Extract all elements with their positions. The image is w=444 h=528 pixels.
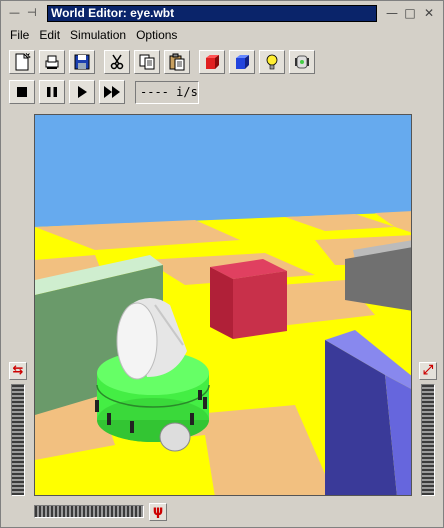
menu-bar: File Edit Simulation Options bbox=[5, 26, 182, 44]
add-object-button[interactable] bbox=[229, 50, 255, 74]
fast-forward-button[interactable] bbox=[99, 80, 125, 104]
window-title: World Editor: eye.wbt bbox=[47, 5, 377, 22]
3d-viewport[interactable] bbox=[34, 114, 412, 496]
open-file-icon bbox=[45, 55, 59, 69]
paste-button[interactable] bbox=[164, 50, 190, 74]
menu-edit[interactable]: Edit bbox=[34, 26, 65, 44]
window-menu-icon[interactable]: — bbox=[9, 7, 20, 18]
save-icon bbox=[74, 54, 90, 70]
right-view-slider[interactable] bbox=[421, 384, 435, 496]
world-editor-window: — ⊣ World Editor: eye.wbt — □ ✕ File Edi… bbox=[0, 0, 444, 528]
play-button[interactable] bbox=[69, 80, 95, 104]
close-button[interactable]: ✕ bbox=[422, 6, 436, 20]
add-solid-button[interactable] bbox=[199, 50, 225, 74]
play-icon bbox=[78, 86, 87, 98]
blue-cube-icon bbox=[236, 55, 249, 69]
menu-options[interactable]: Options bbox=[131, 26, 182, 44]
copy-button[interactable] bbox=[134, 50, 160, 74]
gray-wall bbox=[345, 240, 411, 311]
add-robot-button[interactable] bbox=[289, 50, 315, 74]
paste-icon bbox=[169, 53, 185, 71]
new-file-icon bbox=[15, 53, 31, 71]
robot-icon bbox=[295, 55, 309, 69]
pause-button[interactable] bbox=[39, 80, 65, 104]
copy-icon bbox=[139, 54, 155, 70]
new-world-button[interactable] bbox=[9, 50, 35, 74]
stop-button[interactable] bbox=[9, 80, 35, 104]
tilt-view-button[interactable]: ψ bbox=[149, 503, 167, 521]
rotate-view-button[interactable]: ⇆ bbox=[9, 362, 27, 380]
title-bar[interactable]: — ⊣ World Editor: eye.wbt — □ ✕ bbox=[1, 1, 443, 25]
light-bulb-icon bbox=[266, 54, 278, 70]
red-box bbox=[210, 259, 287, 339]
zoom-view-button[interactable]: ⤢ bbox=[419, 362, 437, 380]
minimize-button[interactable]: — bbox=[385, 6, 399, 20]
left-view-slider[interactable] bbox=[11, 384, 25, 496]
maximize-button[interactable]: □ bbox=[403, 6, 417, 20]
bottom-view-slider[interactable] bbox=[34, 505, 144, 518]
stop-icon bbox=[17, 87, 27, 97]
menu-file[interactable]: File bbox=[5, 26, 34, 44]
3d-scene bbox=[35, 115, 411, 495]
save-world-button[interactable] bbox=[69, 50, 95, 74]
red-cube-icon bbox=[206, 55, 219, 69]
fast-forward-icon bbox=[104, 86, 120, 98]
speed-readout: ---- i/s bbox=[135, 81, 199, 104]
cut-button[interactable] bbox=[104, 50, 130, 74]
pin-icon[interactable]: ⊣ bbox=[27, 7, 37, 18]
open-world-button[interactable] bbox=[39, 50, 65, 74]
add-light-button[interactable] bbox=[259, 50, 285, 74]
cut-icon bbox=[110, 54, 124, 70]
menu-simulation[interactable]: Simulation bbox=[65, 26, 131, 44]
pause-icon bbox=[47, 87, 57, 97]
